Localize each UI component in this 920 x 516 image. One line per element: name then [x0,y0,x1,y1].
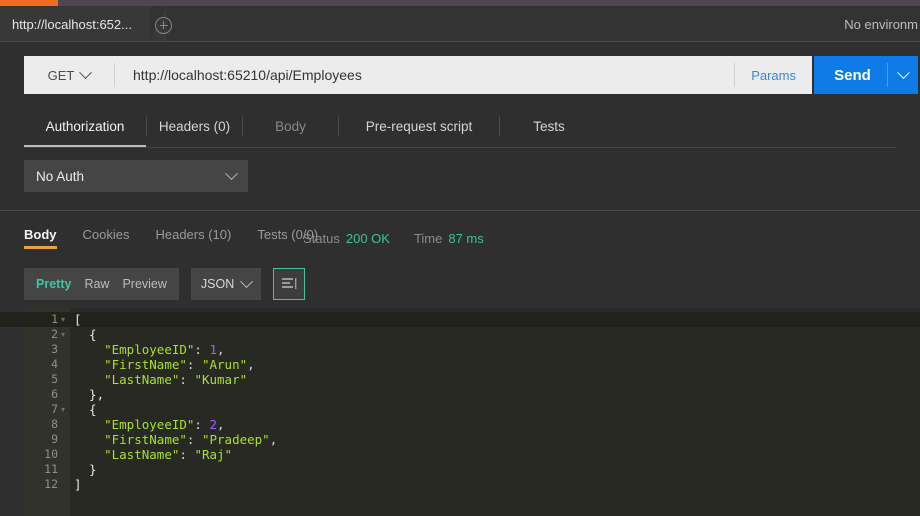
line-number: 8 [24,417,58,432]
wrap-lines-icon [282,278,297,291]
status-badge: 200 OK [346,231,390,246]
code-lines: 1▾[2▾ {3 "EmployeeID": 1,4 "FirstName": … [0,312,920,492]
send-button[interactable]: Send [814,56,918,94]
code-line: 9 "FirstName": "Pradeep", [0,432,920,447]
url-bar: GET Params [24,56,812,94]
code-line: 11 } [0,462,920,477]
line-text: "EmployeeID": 2, [74,417,225,432]
code-line: 6 }, [0,387,920,402]
time-value: 87 ms [448,231,483,246]
code-line: 5 "LastName": "Kumar" [0,372,920,387]
response-section-divider [0,210,920,211]
line-text: "FirstName": "Pradeep", [74,432,277,447]
line-number: 6 [24,387,58,402]
tab-authorization[interactable]: Authorization [24,108,146,144]
response-tab-headers[interactable]: Headers (10) [155,227,231,249]
postman-window: http://localhost:652... No environm GET … [0,0,920,516]
line-number: 2 [24,327,58,342]
response-tab-cookies-label: Cookies [83,227,130,242]
line-text: "LastName": "Raj" [74,447,232,462]
tab-headers-label: Headers (0) [159,119,230,134]
auth-type-value: No Auth [36,169,227,184]
code-line: 2▾ { [0,327,920,342]
response-tab-headers-label: Headers (10) [155,227,231,242]
response-tab-body[interactable]: Body [24,227,57,249]
response-tabs: Body Cookies Headers (10) Tests (0/0) [24,224,344,252]
line-number: 4 [24,357,58,372]
auth-type-select[interactable]: No Auth [24,160,248,192]
chevron-down-icon [897,66,910,79]
request-tabs: Authorization Headers (0) Body Pre-reque… [24,108,896,144]
tab-prerequest-script-label: Pre-request script [366,119,473,134]
line-text: } [74,462,97,477]
method-label: GET [48,68,75,83]
line-text: "EmployeeID": 1, [74,342,225,357]
wrap-lines-button[interactable] [273,268,305,300]
response-format-toolbar: Pretty Raw Preview JSON [24,268,305,300]
line-number: 3 [24,342,58,357]
chevron-down-icon [225,167,238,180]
line-text: }, [74,387,104,402]
code-line: 10 "LastName": "Raj" [0,447,920,462]
tab-body-label: Body [275,119,306,134]
line-number: 7 [24,402,58,417]
response-tab-body-label: Body [24,227,57,242]
tab-prerequest-script[interactable]: Pre-request script [339,108,499,144]
request-tab-label: http://localhost:652... [12,17,132,32]
line-text: "FirstName": "Arun", [74,357,255,372]
request-url-row: GET Params Send [24,56,896,94]
line-text: { [74,402,97,417]
response-body-editor[interactable]: 1▾[2▾ {3 "EmployeeID": 1,4 "FirstName": … [0,308,920,516]
send-options-button[interactable] [888,71,918,80]
environment-selector[interactable]: No environm [844,6,920,42]
method-selector[interactable]: GET [24,56,114,94]
response-meta: Status 200 OK Time 87 ms [303,224,484,252]
line-number: 11 [24,462,58,477]
tab-headers[interactable]: Headers (0) [147,108,242,144]
tab-body[interactable]: Body [243,108,338,144]
code-line: 8 "EmployeeID": 2, [0,417,920,432]
chevron-down-icon [240,275,253,288]
status-label: Status [303,231,340,246]
active-line-highlight [0,312,920,327]
chevron-down-icon [79,66,92,79]
response-tab-cookies[interactable]: Cookies [83,227,130,249]
line-number: 9 [24,432,58,447]
format-raw-button[interactable]: Raw [84,277,109,291]
code-line: 3 "EmployeeID": 1, [0,342,920,357]
line-text: ] [74,477,82,492]
line-number: 10 [24,447,58,462]
format-preview-button[interactable]: Preview [122,277,166,291]
url-input[interactable] [115,56,734,94]
line-text: { [74,327,97,342]
language-value: JSON [201,277,234,291]
request-tabs-divider [24,147,896,148]
line-text: "LastName": "Kumar" [74,372,247,387]
time-label: Time [414,231,442,246]
send-button-label: Send [814,67,887,84]
params-button[interactable]: Params [735,56,812,94]
request-tab[interactable]: http://localhost:652... [0,6,150,42]
tab-bar-divider [0,41,920,42]
line-number: 5 [24,372,58,387]
line-text: [ [74,312,82,327]
plus-icon[interactable] [155,17,172,34]
code-line: 1▾ [ [0,312,920,327]
fold-toggle-icon[interactable]: ▾ [61,312,69,327]
fold-toggle-icon[interactable]: ▾ [61,402,69,417]
format-options-group: Pretty Raw Preview [24,268,179,300]
line-number: 12 [24,477,58,492]
format-pretty-button[interactable]: Pretty [36,277,71,291]
tab-tests-label: Tests [533,119,565,134]
tab-tests[interactable]: Tests [500,108,598,144]
code-line: 7▾ { [0,402,920,417]
code-line: 12] [0,477,920,492]
language-select[interactable]: JSON [191,268,261,300]
line-number: 1 [24,312,58,327]
tab-authorization-label: Authorization [46,119,125,134]
fold-toggle-icon[interactable]: ▾ [61,327,69,342]
code-line: 4 "FirstName": "Arun", [0,357,920,372]
